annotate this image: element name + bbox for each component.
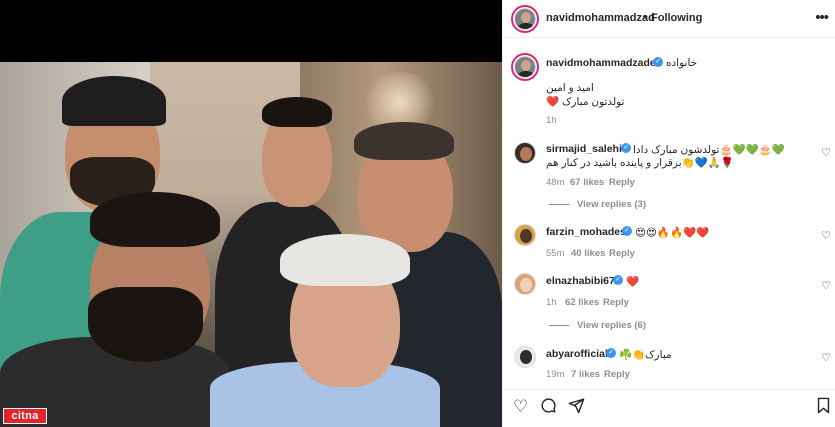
comment-avatar[interactable]	[514, 346, 536, 368]
comment-icon[interactable]	[540, 397, 557, 419]
comment-reply-label[interactable]: Reply	[609, 248, 635, 259]
header-username[interactable]: navidmohammadzad	[546, 12, 655, 24]
caption-text-line1: خانواده	[666, 57, 698, 69]
avatar-face	[520, 278, 532, 292]
comment-likes[interactable]: 67 likes	[570, 177, 604, 188]
comment-username[interactable]: elnazhabibi67	[546, 275, 615, 287]
header-separator-dot: •	[643, 11, 647, 23]
comment-text-line1: 💚🎂💚💚🎂تولدشون مبارک دادا	[633, 144, 785, 156]
comment-text-line1: ❤️	[626, 276, 640, 288]
avatar-face	[521, 60, 531, 71]
comment-username[interactable]: abyarofficial	[546, 348, 608, 360]
comment-reply-label[interactable]: Reply	[609, 177, 635, 188]
avatar-face	[520, 229, 532, 243]
caption-username[interactable]: navidmohammadzadeh	[546, 57, 662, 69]
comment-likes-count[interactable]: 62 likes	[565, 297, 599, 308]
comment-likes-count[interactable]: 7 likes	[571, 369, 600, 380]
caption-avatar[interactable]	[514, 56, 536, 78]
person-front-hair	[90, 192, 220, 247]
verified-badge-icon: ✓	[621, 143, 631, 153]
view-replies-line	[549, 325, 569, 326]
view-replies-button[interactable]: View replies (6)	[577, 320, 646, 331]
comment-avatar[interactable]	[514, 224, 536, 246]
verified-badge-icon: ✓	[653, 57, 663, 67]
avatar-shoulders	[517, 71, 535, 77]
verified-badge-icon: ✓	[606, 348, 616, 358]
avatar-face	[520, 350, 532, 364]
comment-likes-count[interactable]: 40 likes	[571, 248, 605, 259]
comment-text-line2: 🌹🙏💙👏برقرار و پاینده باشید در کنار هم	[546, 157, 734, 169]
comment-avatar[interactable]	[514, 273, 536, 295]
comment-time[interactable]: 55m	[546, 248, 564, 259]
avatar-face	[520, 147, 532, 161]
comment-username[interactable]: farzin_mohades	[546, 226, 626, 238]
caption-text-line2: امید و امین	[546, 82, 594, 94]
avatar-shoulders	[517, 23, 535, 29]
person-green-shirt-beanie	[62, 76, 166, 126]
verified-badge-icon: ✓	[622, 226, 632, 236]
comment-like-heart-icon[interactable]: ♡	[821, 279, 831, 292]
comment-like-heart-icon[interactable]: ♡	[821, 229, 831, 242]
comment-avatar[interactable]	[514, 142, 536, 164]
comment-icon-svg	[541, 398, 556, 413]
comment-likes[interactable]: 40 likes	[571, 248, 605, 259]
avatar-face	[521, 12, 531, 23]
post-photo[interactable]: citna	[0, 62, 502, 427]
comment-likes[interactable]: 62 likes	[565, 297, 599, 308]
following-button[interactable]: Following	[651, 12, 702, 24]
heart-icon[interactable]: ♡	[513, 397, 528, 417]
view-replies-button[interactable]: View replies (3)	[577, 199, 646, 210]
share-icon-svg	[568, 398, 585, 414]
bookmark-icon-svg	[817, 397, 830, 414]
comment-text-line1: مبارک👏☘️	[619, 349, 672, 361]
comment-reply-button[interactable]: Reply	[609, 248, 635, 259]
share-icon[interactable]	[568, 397, 585, 419]
person-front-beard	[88, 287, 203, 362]
comment-likes-count[interactable]: 67 likes	[570, 177, 604, 188]
comment-reply-button[interactable]: Reply	[604, 369, 630, 380]
verified-badge-icon: ✓	[613, 275, 623, 285]
comment-username[interactable]: sirmajid_salehi	[546, 143, 622, 155]
person-right-hair	[354, 122, 454, 160]
comment-reply-button[interactable]: Reply	[609, 177, 635, 188]
person-center-hair	[262, 97, 332, 127]
post-media[interactable]: citna	[0, 0, 502, 427]
comment-like-heart-icon[interactable]: ♡	[821, 351, 831, 364]
view-replies-line	[549, 204, 569, 205]
bookmark-icon[interactable]	[816, 397, 831, 419]
comment-text-line1: 😍😍🔥🔥❤️❤️	[635, 227, 710, 239]
comment-like-heart-icon[interactable]: ♡	[821, 146, 831, 159]
more-options-icon[interactable]: •••	[815, 9, 829, 26]
post-action-bar: ♡	[503, 389, 835, 427]
caption-timestamp[interactable]: 1h	[546, 115, 557, 126]
comment-time[interactable]: 1h	[546, 297, 557, 308]
post-header: navidmohammadzad • Following •••	[503, 0, 835, 38]
comment-likes[interactable]: 7 likes	[571, 369, 600, 380]
citna-watermark-logo: citna	[3, 408, 47, 424]
person-elderly-hair	[280, 234, 410, 286]
caption-text-line3: تولدتون مبارک ❤️	[546, 96, 625, 108]
comment-reply-button[interactable]: Reply	[603, 297, 629, 308]
post-sidebar: navidmohammadzad • Following ••• navidmo…	[502, 0, 835, 427]
header-avatar[interactable]	[514, 8, 536, 30]
comment-time[interactable]: 48m	[546, 177, 564, 188]
comment-reply-label[interactable]: Reply	[604, 369, 630, 380]
comment-time[interactable]: 19m	[546, 369, 564, 380]
comment-reply-label[interactable]: Reply	[603, 297, 629, 308]
